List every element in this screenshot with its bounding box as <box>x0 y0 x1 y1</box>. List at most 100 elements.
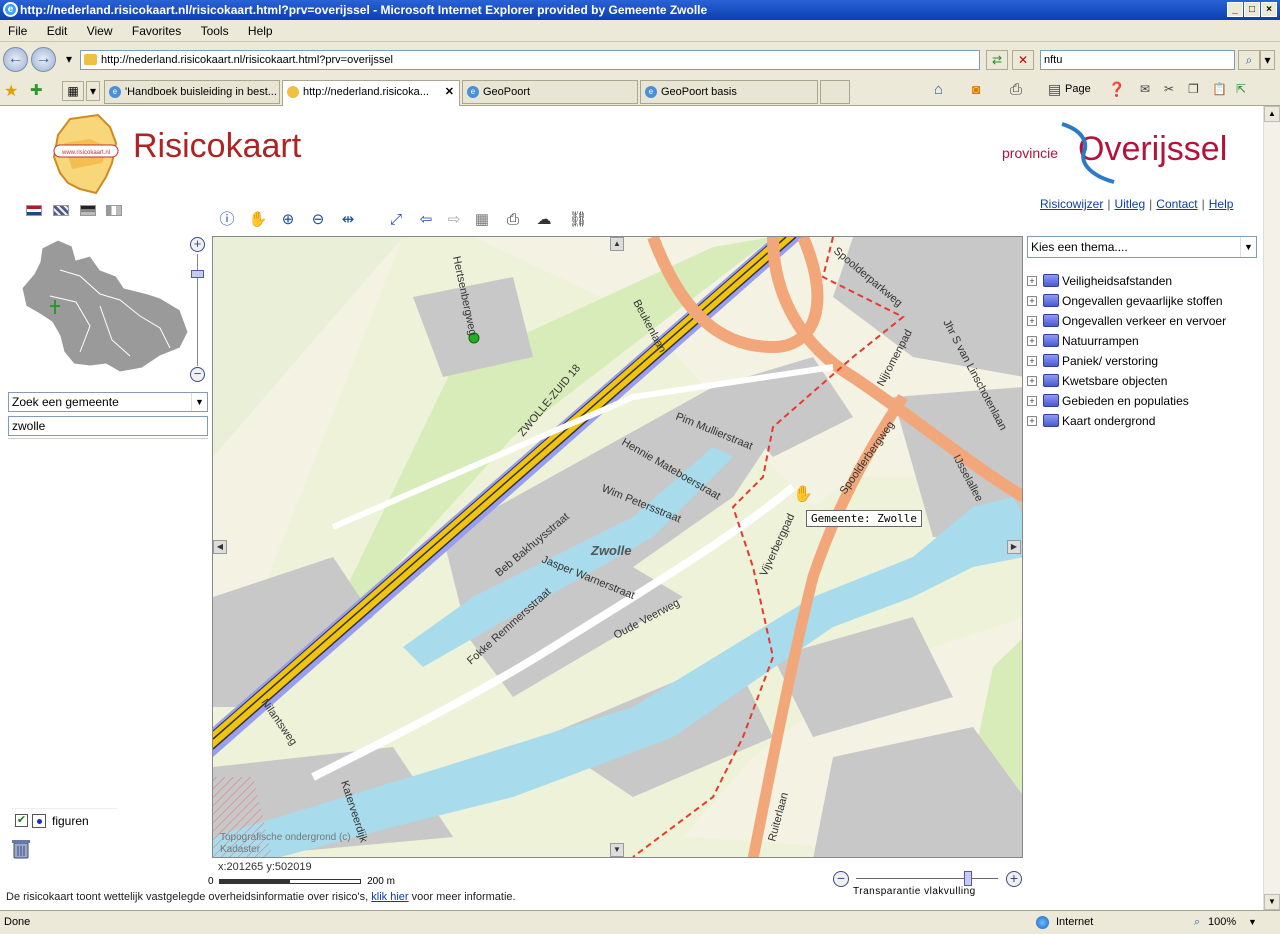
menu-edit[interactable]: Edit <box>39 20 76 42</box>
back-button[interactable]: ← <box>3 47 28 72</box>
transparency-increase-button[interactable]: + <box>1006 871 1022 887</box>
figuren-symbol-icon <box>32 814 46 828</box>
full-extent-icon[interactable]: ⤢ <box>385 209 407 231</box>
zoom-out-button[interactable]: − <box>190 367 205 382</box>
print-icon[interactable]: ⎙ <box>1010 81 1022 98</box>
tab-geopoort-basis[interactable]: e GeoPoort basis <box>640 80 818 104</box>
map-view[interactable]: Hertsenbergweg Beukenlaan Spoolderparkwe… <box>212 236 1023 858</box>
add-favorite-icon[interactable]: ✚ <box>30 81 43 99</box>
expand-icon[interactable]: + <box>1027 396 1037 406</box>
new-tab[interactable] <box>820 80 850 104</box>
minimize-button[interactable]: _ <box>1227 2 1243 17</box>
export-icon[interactable]: ⇱ <box>1236 82 1246 96</box>
cut-icon[interactable]: ✂ <box>1164 82 1174 96</box>
feeds-icon[interactable]: ◙ <box>972 81 980 97</box>
menu-favorites[interactable]: Favorites <box>124 20 189 42</box>
zoom-level[interactable]: 100% <box>1208 911 1236 933</box>
pan-left-arrow[interactable]: ◀ <box>213 540 227 554</box>
copy-icon[interactable]: ❐ <box>1188 82 1199 96</box>
close-window-button[interactable]: × <box>1261 2 1277 17</box>
menu-tools[interactable]: Tools <box>193 20 237 42</box>
zoom-out-tool-icon[interactable]: ⊖ <box>307 209 329 231</box>
stop-button[interactable]: ✕ <box>1012 50 1034 70</box>
address-input[interactable]: http://nederland.risicokaart.nl/risicoka… <box>80 50 980 70</box>
forward-button[interactable]: → <box>31 47 56 72</box>
pan-hand-tool-icon[interactable]: ✋ <box>247 209 269 231</box>
close-tab-icon[interactable]: ✕ <box>445 81 454 103</box>
maximize-button[interactable]: □ <box>1244 2 1260 17</box>
menu-view[interactable]: View <box>79 20 121 42</box>
thema-select-value: Kies een thema.... <box>1031 240 1128 254</box>
flag-english-icon[interactable] <box>53 205 69 216</box>
transparency-decrease-button[interactable]: − <box>833 871 849 887</box>
info-tool-icon[interactable]: ⓘ <box>216 209 238 231</box>
tab-bar: ★ ✚ ▦ ▾ e 'Handboek buisleiding in best.… <box>0 76 1280 106</box>
gemeente-select[interactable]: Zoek een gemeente ▼ <box>8 392 208 412</box>
search-input[interactable]: nftu <box>1040 50 1235 70</box>
page-scrollbar[interactable]: ▲ ▼ <box>1263 106 1280 910</box>
zoom-handle[interactable] <box>191 270 204 278</box>
search-options-dropdown[interactable]: ▾ <box>1260 50 1275 70</box>
transparency-label: Transparantie vlakvulling <box>853 886 976 897</box>
figuren-checkbox[interactable]: ✔ <box>15 814 28 827</box>
search-go-button[interactable]: ⌕ <box>1238 50 1260 70</box>
previous-extent-icon[interactable]: ⇦ <box>415 209 437 231</box>
folder-icon <box>1043 334 1059 347</box>
chevron-down-icon[interactable]: ▼ <box>191 393 207 411</box>
scale-end: 200 m <box>367 876 395 887</box>
expand-icon[interactable]: + <box>1027 316 1037 326</box>
expand-icon[interactable]: + <box>1027 356 1037 366</box>
tab-handboek[interactable]: e 'Handboek buisleiding in best... <box>104 80 280 104</box>
tab-list-dropdown[interactable]: ▾ <box>86 81 100 101</box>
pan-up-arrow[interactable]: ▲ <box>610 237 624 251</box>
expand-icon[interactable]: + <box>1027 296 1037 306</box>
link-icon[interactable]: ⛓ <box>563 209 593 231</box>
info-link[interactable]: klik hier <box>371 891 408 903</box>
zoom-in-button[interactable]: + <box>190 237 205 252</box>
risicokaart-logo[interactable]: www.risicokaart.nl <box>50 113 122 195</box>
cloud-icon[interactable]: ☁ <box>533 209 555 231</box>
expand-icon[interactable]: + <box>1027 336 1037 346</box>
page-menu[interactable]: Page <box>1065 83 1091 95</box>
zoom-dropdown[interactable]: ▼ <box>1248 911 1257 933</box>
link-contact[interactable]: Contact <box>1156 197 1197 211</box>
gemeente-input[interactable]: zwolle <box>8 416 208 436</box>
transparency-handle[interactable] <box>964 871 972 886</box>
map-canvas[interactable]: Hertsenbergweg Beukenlaan Spoolderparkwe… <box>213 237 1023 858</box>
expand-icon[interactable]: + <box>1027 276 1037 286</box>
link-risicowijzer[interactable]: Risicowijzer <box>1040 197 1103 211</box>
history-dropdown[interactable]: ▾ <box>58 50 80 70</box>
tab-risicokaart[interactable]: http://nederland.risicoka... ✕ <box>282 80 460 106</box>
paste-icon[interactable]: 📋 <box>1212 82 1227 96</box>
legend-row: ✔ figuren <box>12 808 117 830</box>
link-help[interactable]: Help <box>1209 197 1234 211</box>
refresh-button[interactable]: ⇄ <box>986 50 1008 70</box>
pan-right-arrow[interactable]: ▶ <box>1007 540 1021 554</box>
flag-dutch-icon[interactable] <box>26 205 42 216</box>
help-icon[interactable]: ❓ <box>1108 81 1125 98</box>
zoom-slider[interactable]: + − <box>188 236 208 386</box>
expand-icon[interactable]: + <box>1027 376 1037 386</box>
grid-icon[interactable]: ▦ <box>471 209 493 231</box>
favorites-star-icon[interactable]: ★ <box>4 81 18 101</box>
flag-french-icon[interactable] <box>106 205 122 216</box>
mail-icon[interactable]: ✉ <box>1140 82 1150 96</box>
tab-geopoort[interactable]: e GeoPoort <box>462 80 638 104</box>
menu-file[interactable]: File <box>0 20 35 42</box>
trash-icon[interactable] <box>10 838 32 860</box>
link-uitleg[interactable]: Uitleg <box>1114 197 1145 211</box>
zoom-in-tool-icon[interactable]: ⊕ <box>277 209 299 231</box>
thema-select[interactable]: Kies een thema.... ▼ <box>1027 236 1257 258</box>
chevron-down-icon[interactable]: ▼ <box>1240 237 1256 257</box>
menu-help[interactable]: Help <box>240 20 281 42</box>
quick-tabs-button[interactable]: ▦ <box>62 81 84 101</box>
zoom-icon[interactable]: ⌕ <box>1194 911 1200 933</box>
logo-text: Risicokaart <box>133 127 302 165</box>
home-icon[interactable]: ⌂ <box>934 81 943 98</box>
measure-tool-icon[interactable]: ⇹ <box>337 209 359 231</box>
overview-map[interactable] <box>20 236 190 374</box>
flag-german-icon[interactable] <box>80 205 96 216</box>
expand-icon[interactable]: + <box>1027 416 1037 426</box>
pan-down-arrow[interactable]: ▼ <box>610 843 624 857</box>
print-map-icon[interactable]: ⎙ <box>502 209 524 231</box>
